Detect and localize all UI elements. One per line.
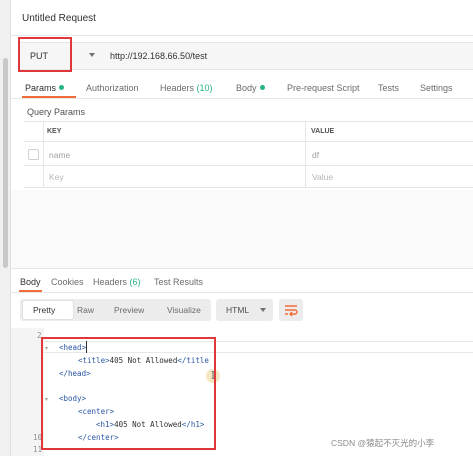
param-value-placeholder[interactable]: Value (312, 172, 333, 182)
left-panel-strip (0, 0, 11, 456)
tab-headers[interactable]: Headers (10) (160, 83, 213, 93)
table-border (24, 141, 473, 142)
column-separator (305, 121, 306, 187)
empty-panel-area (11, 190, 473, 268)
request-title[interactable]: Untitled Request (22, 13, 96, 24)
chevron-down-icon (89, 53, 95, 57)
wrap-lines-icon (285, 305, 298, 317)
url-bar: PUT http://192.168.66.50/test (18, 42, 473, 70)
divider (11, 292, 473, 293)
tab-pre-request-script[interactable]: Pre-request Script (287, 83, 360, 93)
url-input[interactable]: http://192.168.66.50/test (110, 51, 207, 61)
column-separator (43, 121, 44, 187)
status-dot-icon (59, 85, 65, 90)
scrollbar-thumb[interactable] (3, 58, 8, 268)
tab-tests[interactable]: Tests (378, 83, 399, 93)
method-highlight-box (18, 37, 72, 72)
response-highlight-box (41, 337, 216, 450)
query-params-label: Query Params (27, 107, 86, 117)
divider (11, 98, 473, 99)
view-mode-group: Pretty Raw Preview Visualize (20, 299, 211, 321)
wrap-lines-button[interactable] (279, 299, 303, 321)
divider (11, 35, 473, 36)
param-key-placeholder[interactable]: Key (49, 172, 64, 182)
table-border (24, 121, 473, 122)
view-raw-button[interactable]: Raw (77, 305, 94, 315)
column-header-value: VALUE (311, 128, 335, 135)
view-visualize-button[interactable]: Visualize (167, 305, 201, 315)
tab-body[interactable]: Body (236, 83, 265, 93)
divider (11, 268, 473, 269)
view-preview-button[interactable]: Preview (114, 305, 144, 315)
format-label: HTML (226, 305, 250, 315)
param-value-cell[interactable]: df (312, 150, 319, 160)
watermark: CSDN @猿起不灭光的小李 (331, 438, 435, 448)
param-key-cell[interactable]: name (49, 150, 70, 160)
column-header-key: KEY (47, 128, 62, 135)
tab-test-results[interactable]: Test Results (154, 277, 203, 287)
chevron-down-icon (260, 308, 266, 312)
tab-authorization[interactable]: Authorization (86, 83, 139, 93)
table-border (24, 165, 473, 166)
format-select[interactable]: HTML (216, 299, 273, 321)
tab-response-body[interactable]: Body (20, 277, 41, 287)
tab-response-headers[interactable]: Headers (6) (93, 277, 141, 287)
status-dot-icon (259, 85, 265, 90)
tab-cookies[interactable]: Cookies (51, 277, 84, 287)
tab-settings[interactable]: Settings (420, 83, 453, 93)
tab-params[interactable]: Params (25, 83, 65, 93)
table-border (24, 187, 473, 188)
row-checkbox[interactable] (28, 149, 39, 160)
view-pretty-button[interactable]: Pretty (33, 305, 55, 315)
